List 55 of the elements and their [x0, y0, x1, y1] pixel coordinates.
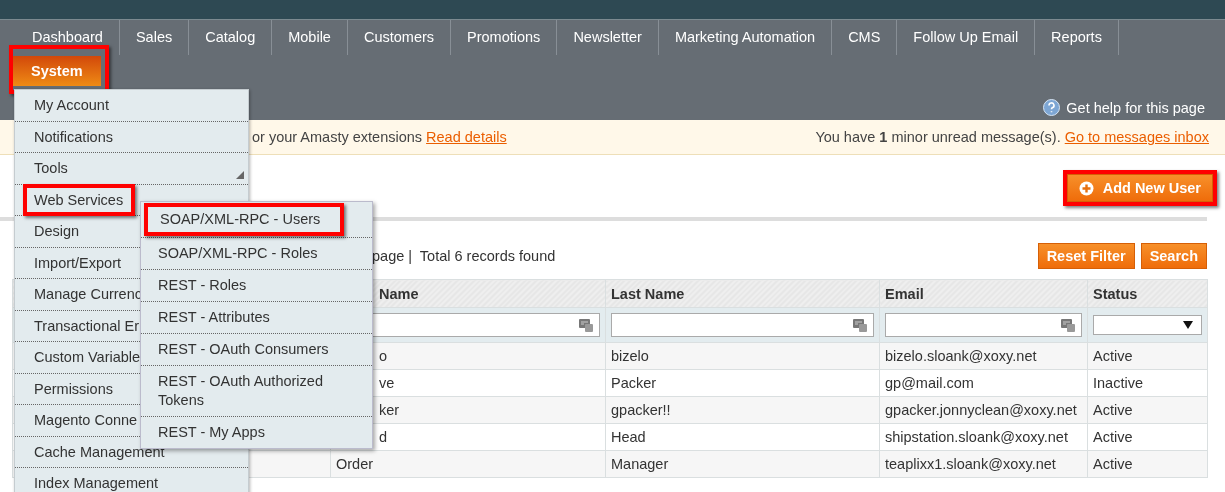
table-cell: gp@mail.com — [879, 369, 1088, 397]
nav-tab[interactable]: Customers — [347, 20, 452, 55]
submenu-arrow-icon — [236, 170, 244, 179]
table-cell: Head — [605, 423, 880, 451]
nav-tab[interactable]: Follow Up Email — [897, 20, 1036, 55]
table-cell: bizelo — [605, 342, 880, 370]
table-cell: Active — [1087, 423, 1208, 451]
menu-item[interactable]: SOAP/XML-RPC - Roles — [141, 238, 372, 270]
unread-message-text: You have 1 minor unread message(s). Go to messages inbox — [815, 129, 1209, 145]
menu-item[interactable]: Notifications — [15, 121, 248, 153]
filter-icon — [1061, 318, 1075, 332]
table-cell: Packer — [605, 369, 880, 397]
table-cell: teaplixx1.sloank@xoxy.net — [879, 450, 1088, 478]
nav-tab[interactable]: CMS — [832, 20, 898, 55]
records-count-text: page | Total 6 records found — [372, 248, 556, 264]
notice-text: or your Amasty extensions Read details — [252, 129, 507, 145]
caret-icon — [1183, 321, 1193, 329]
help-icon — [1043, 99, 1061, 116]
filter-field[interactable] — [611, 313, 874, 337]
nav-tab[interactable]: Sales — [119, 20, 190, 55]
filter-icon — [853, 318, 867, 332]
nav-tab[interactable]: Promotions — [451, 20, 558, 55]
table-cell: Active — [1087, 342, 1208, 370]
nav-tab[interactable]: Dashboard — [16, 20, 120, 55]
table-cell: bizelo.sloank@xoxy.net — [879, 342, 1088, 370]
nav-tab[interactable]: Reports — [1035, 20, 1119, 55]
menu-item[interactable]: My Account — [15, 90, 248, 122]
menu-item[interactable]: Tools — [15, 153, 248, 185]
menu-item[interactable]: Index Management — [15, 468, 248, 492]
table-cell: Manager — [605, 450, 880, 478]
menu-item[interactable]: REST - Roles — [141, 270, 372, 302]
filter-field[interactable] — [885, 313, 1082, 337]
column-header[interactable]: Email — [879, 279, 1088, 308]
filter-icon — [579, 318, 593, 332]
menu-item[interactable]: REST - OAuth Authorized Tokens — [141, 366, 372, 417]
column-header[interactable]: Last Name — [605, 279, 880, 308]
table-cell: shipstation.sloank@xoxy.net — [879, 423, 1088, 451]
highlight-frame: Web Services — [23, 183, 136, 216]
table-cell: Order — [330, 450, 606, 478]
nav-tab[interactable]: Catalog — [189, 20, 273, 55]
table-cell: Active — [1087, 396, 1208, 424]
table-cell: gpacker!! — [605, 396, 880, 424]
status-select[interactable] — [1093, 315, 1202, 335]
column-header[interactable]: Status — [1087, 279, 1208, 308]
menu-item[interactable]: REST - OAuth Consumers — [141, 334, 372, 366]
nav-tab[interactable]: Marketing Automation — [658, 20, 833, 55]
plus-icon — [1078, 180, 1094, 196]
highlight-frame: SOAP/XML-RPC - Users — [144, 203, 345, 236]
nav-tab[interactable]: Mobile — [272, 20, 348, 55]
nav-tab[interactable]: Newsletter — [557, 20, 659, 55]
menu-item[interactable]: REST - Attributes — [141, 302, 372, 334]
table-cell: Inactive — [1087, 369, 1208, 397]
menu-item[interactable]: SOAP/XML-RPC - Users — [141, 202, 372, 238]
table-cell: Active — [1087, 450, 1208, 478]
table-cell: gpacker.jonnyclean@xoxy.net — [879, 396, 1088, 424]
